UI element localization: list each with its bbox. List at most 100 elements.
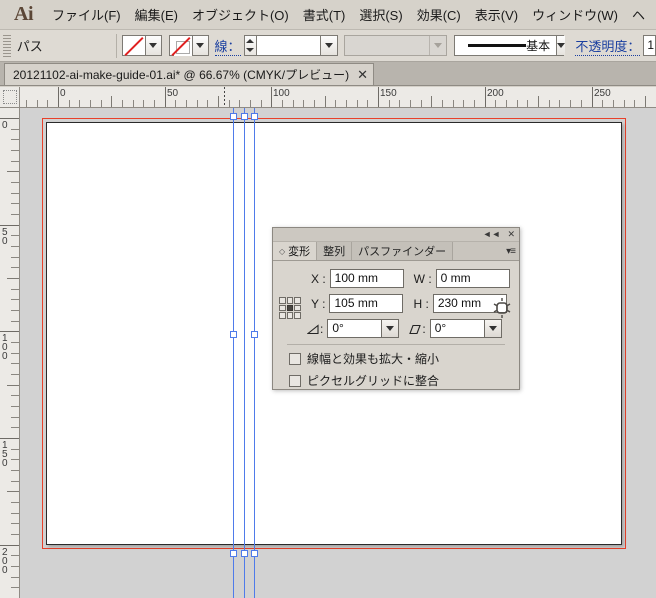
ruler-tick	[357, 100, 358, 107]
opacity-label[interactable]: 不透明度：	[575, 36, 641, 56]
anchor-point[interactable]	[251, 331, 258, 338]
anchor-point[interactable]	[251, 113, 258, 120]
ref-point-middle-left[interactable]	[279, 304, 286, 312]
collapse-icon[interactable]: ◄◄	[483, 230, 501, 239]
menu-type[interactable]: 書式(T)	[296, 1, 353, 28]
tab-pathfinder[interactable]: パスファインダー	[352, 242, 454, 260]
ref-point-top-left[interactable]	[279, 297, 286, 304]
checkbox-align-pixel-grid[interactable]: ピクセルグリッドに整合	[281, 367, 511, 389]
close-icon[interactable]: ✕	[357, 67, 368, 83]
ruler-tick	[197, 100, 198, 107]
h-label: H :	[413, 296, 429, 311]
ruler-tick	[7, 491, 19, 492]
ruler-corner[interactable]	[0, 87, 20, 108]
no-stroke-icon	[170, 36, 191, 57]
panel-menu-icon[interactable]: ▾≡	[506, 246, 516, 257]
ruler-tick	[453, 100, 454, 107]
x-label: X :	[311, 271, 326, 286]
ruler-tick	[11, 299, 19, 300]
panel-title-bar[interactable]: ◄◄ ✕	[273, 228, 519, 242]
transform-row-x-w: X : 100 mm W : 0 mm	[281, 269, 511, 288]
stroke-weight-stepper[interactable]	[243, 35, 256, 56]
rotate-arrow[interactable]	[381, 319, 400, 338]
horizontal-ruler[interactable]: 050100150200250300	[20, 87, 656, 108]
stroke-swatch[interactable]	[168, 35, 193, 57]
stroke-dropdown-button[interactable]	[192, 35, 209, 56]
ruler-label: 50	[167, 88, 179, 99]
stroke-weight-label[interactable]: 線：	[214, 36, 241, 56]
ref-point-top-right[interactable]	[294, 297, 301, 304]
chevron-down-icon	[557, 43, 566, 48]
menu-edit[interactable]: 編集(E)	[128, 1, 185, 28]
brush-arrow[interactable]	[556, 36, 566, 55]
ruler-tick	[474, 100, 475, 107]
no-fill-icon	[124, 36, 144, 57]
anchor-point[interactable]	[230, 550, 237, 557]
shear-arrow[interactable]	[483, 319, 502, 338]
ref-point-center[interactable]	[286, 304, 294, 312]
menu-effect[interactable]: 効果(C)	[410, 1, 468, 28]
brush-name: 基本	[526, 39, 551, 53]
anchor-point[interactable]	[241, 113, 248, 120]
menu-file[interactable]: ファイル(F)	[45, 1, 128, 28]
ruler-tick	[421, 100, 422, 107]
rotate-combo[interactable]: 0°	[327, 319, 400, 338]
ruler-tick	[90, 100, 91, 107]
tab-align[interactable]: 整列	[317, 242, 353, 260]
chevron-down-icon	[246, 48, 255, 53]
control-bar-grip[interactable]	[3, 34, 11, 57]
anchor-point[interactable]	[230, 113, 237, 120]
stroke-profile-arrow[interactable]	[429, 36, 447, 55]
x-field[interactable]: 100 mm	[329, 269, 404, 288]
vertical-ruler[interactable]: 050100150200250	[0, 108, 20, 598]
tab-transform[interactable]: ◇ 変形	[273, 242, 318, 260]
fill-swatch[interactable]	[121, 35, 146, 57]
ruler-tick	[11, 481, 19, 482]
menu-select[interactable]: 選択(S)	[352, 1, 409, 28]
guide-line[interactable]	[254, 108, 255, 598]
brush-combo[interactable]: 基本	[454, 35, 566, 56]
transform-panel[interactable]: ◄◄ ✕ ◇ 変形 整列 パスファインダー ▾≡ X: 100 mm W: …	[272, 227, 520, 390]
chevron-down-icon	[386, 326, 395, 331]
shear-field[interactable]: 0°	[429, 319, 484, 338]
reference-point-selector[interactable]	[279, 297, 301, 319]
guide-line[interactable]	[244, 108, 245, 598]
w-label: W :	[413, 271, 432, 286]
ref-point-middle-right[interactable]	[294, 304, 301, 312]
w-field[interactable]: 0 mm	[435, 269, 510, 288]
shear-combo[interactable]: 0°	[429, 319, 502, 338]
stroke-profile-combo[interactable]	[344, 35, 448, 56]
guide-line[interactable]	[233, 108, 234, 598]
ruler-tick	[613, 100, 614, 107]
fill-dropdown-button[interactable]	[145, 35, 162, 56]
checkbox-box[interactable]	[289, 352, 301, 365]
checkbox-scale-strokes-effects-label: 線幅と効果も拡大・縮小	[307, 352, 440, 366]
menu-help[interactable]: ヘ	[625, 1, 652, 28]
ref-point-top-center[interactable]	[286, 297, 294, 304]
ruler-tick	[367, 100, 368, 107]
ref-point-bottom-center[interactable]	[286, 312, 294, 319]
rotate-field[interactable]: 0°	[327, 319, 382, 338]
ref-point-bottom-left[interactable]	[279, 312, 286, 319]
menu-view[interactable]: 表示(V)	[468, 1, 525, 28]
ref-point-bottom-right[interactable]	[294, 312, 301, 319]
anchor-point[interactable]	[241, 550, 248, 557]
ruler-tick	[0, 545, 19, 546]
ruler-tick	[37, 100, 38, 107]
ruler-tick	[314, 100, 315, 107]
stroke-weight-arrow[interactable]	[319, 36, 337, 55]
anchor-point[interactable]	[230, 331, 237, 338]
checkbox-box[interactable]	[289, 374, 301, 387]
anchor-point[interactable]	[251, 550, 258, 557]
ruler-tick	[11, 555, 19, 556]
stroke-weight-combo[interactable]	[255, 35, 338, 56]
opacity-field[interactable]: 1	[643, 35, 656, 56]
close-icon[interactable]: ✕	[507, 230, 515, 239]
ruler-tick	[7, 171, 19, 172]
y-field[interactable]: 105 mm	[329, 294, 404, 313]
checkbox-scale-strokes-effects[interactable]: 線幅と効果も拡大・縮小	[281, 345, 511, 367]
constrain-proportions-icon[interactable]	[491, 295, 513, 321]
document-tab[interactable]: 20121102-ai-make-guide-01.ai* @ 66.67% (…	[4, 63, 375, 85]
menu-object[interactable]: オブジェクト(O)	[185, 1, 296, 28]
menu-window[interactable]: ウィンドウ(W)	[525, 1, 625, 28]
